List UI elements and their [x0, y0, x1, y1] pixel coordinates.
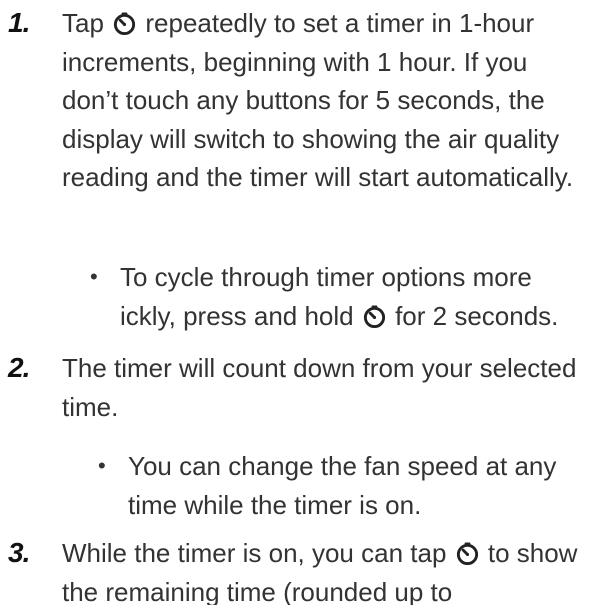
step-3: 3. While the timer is on, you can tap to…: [0, 534, 590, 605]
bullet-glyph: •: [98, 453, 106, 478]
step-1: 1. Tap repeatedly to set a timer in 1-ho…: [0, 4, 590, 197]
step-text: While the timer is on, you can tap to sh…: [62, 534, 582, 605]
step-number: 3.: [8, 537, 30, 568]
step-number: 1.: [8, 7, 30, 38]
bullet-glyph: •: [90, 264, 98, 289]
timer-icon: [456, 542, 478, 566]
sub-bullet-2: • You can change the fan speed at any ti…: [98, 447, 590, 524]
sub-bullet-1: • To cycle through timer options more ic…: [90, 258, 590, 335]
instructions-page: 1. Tap repeatedly to set a timer in 1-ho…: [0, 0, 590, 605]
sub-bullet-text: To cycle through timer options more ickl…: [120, 258, 590, 335]
timer-icon: [114, 12, 136, 36]
step-text: Tap repeatedly to set a timer in 1-hour …: [62, 4, 582, 197]
sub-text-part: for 2 seconds.: [387, 300, 559, 331]
step-text-part: repeatedly to set a timer in 1-hour incr…: [62, 8, 574, 192]
step-number: 2.: [8, 352, 30, 383]
step-text: The timer will count down from your sele…: [62, 353, 577, 422]
step-text-part: While the timer is on, you can tap: [62, 538, 454, 568]
timer-icon: [363, 304, 385, 328]
step-text-part: Tap: [62, 8, 112, 38]
step-2: 2. The timer will count down from your s…: [0, 349, 590, 426]
sub-bullet-text: You can change the fan speed at any time…: [128, 451, 557, 520]
